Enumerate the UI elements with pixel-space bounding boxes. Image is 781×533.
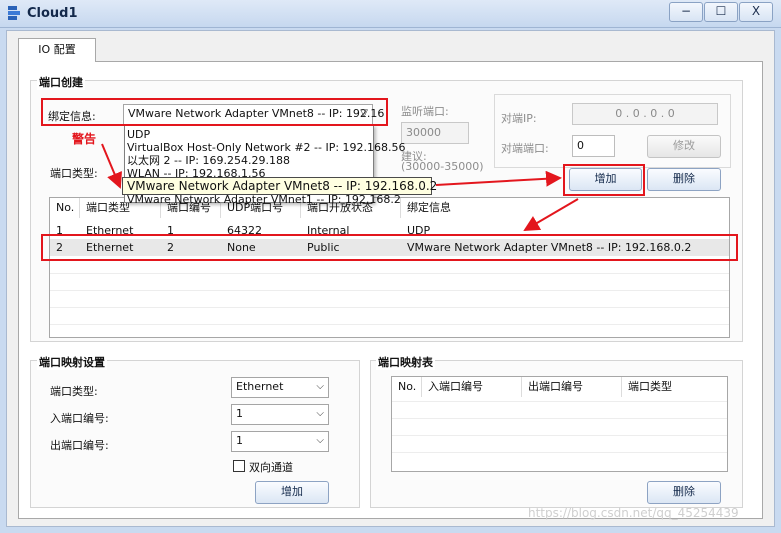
arrow-warning (101, 143, 122, 189)
arrow-to-add (435, 170, 562, 187)
watermark: https://blog.csdn.net/qq_45254439 (528, 506, 739, 520)
arrow-to-row (523, 198, 579, 232)
annotation-arrows (101, 143, 579, 232)
